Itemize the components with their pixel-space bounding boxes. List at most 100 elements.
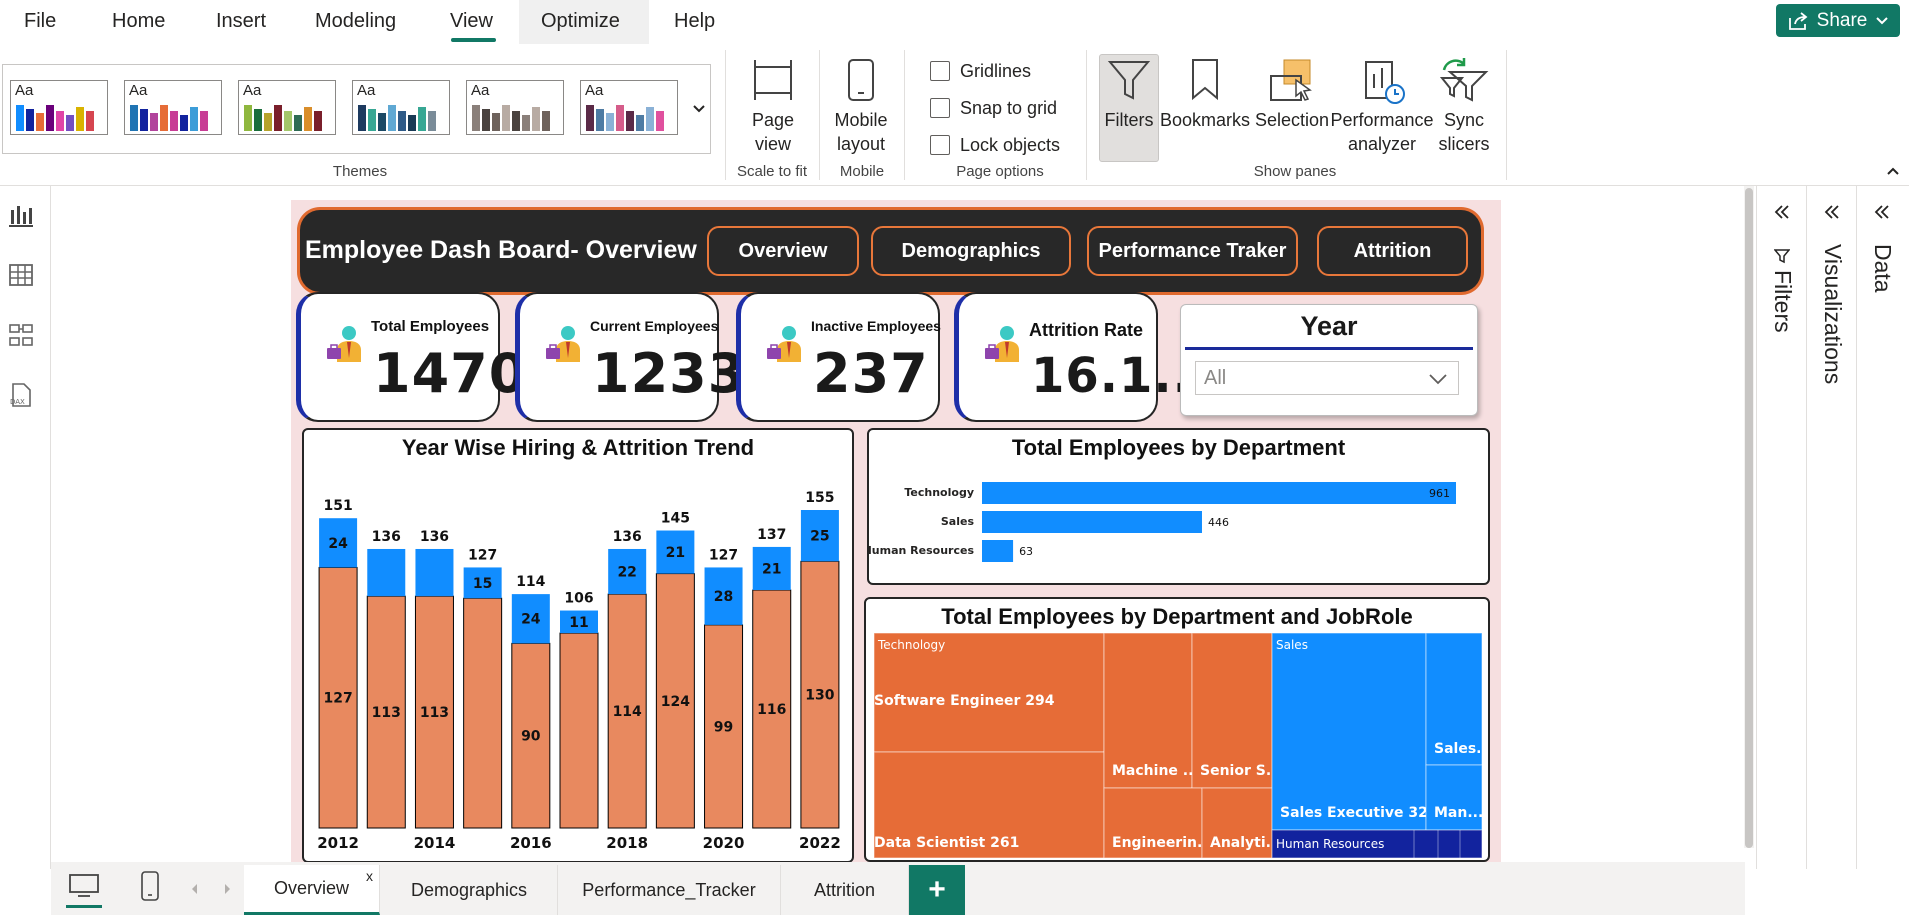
theme-swatch[interactable]: Aa xyxy=(238,80,336,135)
data-label-hired: 124 xyxy=(661,694,690,710)
theme-swatch[interactable]: Aa xyxy=(580,80,678,135)
sync-slicers-label[interactable]: Sync slicers xyxy=(1420,108,1508,156)
theme-color-bar xyxy=(190,107,198,131)
employee-icon xyxy=(767,326,801,362)
lock-objects-option[interactable]: Lock objects xyxy=(930,132,1060,158)
department-bar xyxy=(982,482,1456,504)
nav-attrition-button[interactable]: Attrition xyxy=(1317,226,1468,276)
bookmarks-label[interactable]: Bookmarks xyxy=(1160,108,1250,132)
theme-color-bars xyxy=(16,105,94,131)
gridlines-option[interactable]: Gridlines xyxy=(930,58,1031,84)
page-view-button[interactable]: Page view xyxy=(740,108,806,156)
data-label-hired: 90 xyxy=(521,729,541,745)
collapse-ribbon-icon[interactable] xyxy=(1886,166,1900,176)
theme-sample-text: Aa xyxy=(15,82,34,99)
theme-swatch[interactable]: Aa xyxy=(10,80,108,135)
treemap-group-label: Sales xyxy=(1276,638,1308,652)
table-view-icon[interactable] xyxy=(8,262,34,288)
visualizations-pane[interactable]: Visualizations xyxy=(1806,186,1857,869)
dax-query-icon[interactable]: DAX xyxy=(8,382,34,408)
kpi-inactive-employees: Inactive Employees 237 xyxy=(736,292,941,422)
theme-color-bar xyxy=(616,105,624,131)
jobrole-treemap[interactable]: Total Employees by Department and JobRol… xyxy=(864,597,1490,862)
mobile-layout-button[interactable]: Mobile layout xyxy=(828,108,894,156)
theme-color-bar xyxy=(482,109,490,131)
add-page-button[interactable]: + xyxy=(909,865,965,915)
ribbon-separator xyxy=(1086,50,1087,180)
nav-overview-button[interactable]: Overview xyxy=(707,226,859,276)
menu-optimize[interactable]: Optimize xyxy=(537,8,624,36)
menu-file[interactable]: File xyxy=(20,8,60,36)
chevron-down-icon xyxy=(1876,16,1889,24)
menu-help[interactable]: Help xyxy=(670,8,719,36)
page-tab-demographics[interactable]: Demographics xyxy=(381,865,558,915)
selection-label[interactable]: Selection xyxy=(1250,108,1334,132)
page-tab-attrition[interactable]: Attrition xyxy=(781,865,909,915)
theme-color-bar xyxy=(626,111,634,131)
desktop-view-icon[interactable] xyxy=(68,872,100,900)
treemap-tile-label: Sales... xyxy=(1434,741,1488,757)
department-bar-chart[interactable]: Total Employees by Department Technology… xyxy=(867,428,1490,585)
data-pane[interactable]: Data xyxy=(1856,186,1909,869)
kpi-value: 237 xyxy=(813,342,929,405)
scrollbar-thumb[interactable] xyxy=(1745,188,1753,848)
theme-color-bar xyxy=(646,107,654,131)
hiring-attrition-chart[interactable]: Year Wise Hiring & Attrition Trend 127 24… xyxy=(302,428,854,863)
bookmark-icon[interactable] xyxy=(1190,58,1220,102)
theme-color-bar xyxy=(160,105,168,131)
year-dropdown[interactable]: All xyxy=(1195,361,1459,395)
share-button[interactable]: Share xyxy=(1776,4,1900,37)
menu-modeling[interactable]: Modeling xyxy=(311,8,400,36)
model-view-icon[interactable] xyxy=(8,322,34,348)
performance-analyzer-label[interactable]: Performance analyzer xyxy=(1330,108,1434,156)
treemap-tile-label: Data Scientist 261 xyxy=(874,835,1019,851)
page-options-label: Page options xyxy=(956,163,1044,180)
page-tab-overview[interactable]: Overview x xyxy=(244,865,380,915)
menu-home[interactable]: Home xyxy=(108,8,169,36)
theme-color-bar xyxy=(428,111,436,131)
data-pane-label: Data xyxy=(1870,244,1896,293)
bar-hired-segment xyxy=(559,632,599,829)
theme-swatch[interactable]: Aa xyxy=(352,80,450,135)
mobile-layout-icon[interactable] xyxy=(847,58,875,102)
page-tab-performance-tracker[interactable]: Performance_Tracker xyxy=(558,865,781,915)
scroll-right-icon[interactable] xyxy=(222,883,232,895)
data-label-total: 136 xyxy=(420,529,449,545)
lock-objects-checkbox[interactable] xyxy=(930,135,950,155)
snap-to-grid-label: Snap to grid xyxy=(960,97,1058,118)
selection-icon[interactable] xyxy=(1268,58,1316,106)
menu-view[interactable]: View xyxy=(446,8,497,36)
canvas-scrollbar[interactable] xyxy=(1744,186,1754,848)
mobile-view-icon[interactable] xyxy=(140,870,160,902)
theme-swatch[interactable]: Aa xyxy=(466,80,564,135)
theme-color-bars xyxy=(130,105,208,131)
sync-slicers-icon[interactable] xyxy=(1438,56,1490,104)
expand-pane-icon[interactable] xyxy=(1773,204,1791,220)
nav-performance-button[interactable]: Performance Traker xyxy=(1087,226,1298,276)
snap-to-grid-checkbox[interactable] xyxy=(930,98,950,118)
data-label-total: 114 xyxy=(516,574,545,590)
page-view-icon[interactable] xyxy=(752,58,794,102)
theme-color-bar xyxy=(492,113,500,131)
theme-color-bar xyxy=(586,105,594,131)
nav-demographics-button[interactable]: Demographics xyxy=(871,226,1071,276)
theme-swatch[interactable]: Aa xyxy=(124,80,222,135)
year-dropdown-value: All xyxy=(1204,367,1227,389)
filters-pane-label: Filters xyxy=(1770,270,1796,333)
scroll-left-icon[interactable] xyxy=(190,883,200,895)
performance-analyzer-icon[interactable] xyxy=(1362,58,1408,106)
close-tab-icon[interactable]: x xyxy=(366,868,373,884)
themes-expand-icon[interactable] xyxy=(692,104,706,114)
view-switcher-rail: DAX xyxy=(0,186,51,869)
expand-pane-icon[interactable] xyxy=(1823,204,1841,220)
kpi-attrition-rate: Attrition Rate 16.1... xyxy=(954,292,1210,422)
filters-pane[interactable]: Filters xyxy=(1756,186,1807,869)
data-label-attrition: 28 xyxy=(714,589,733,605)
treemap-tile-label: Analyti... xyxy=(1210,835,1282,851)
expand-pane-icon[interactable] xyxy=(1873,204,1891,220)
snap-to-grid-option[interactable]: Snap to grid xyxy=(930,95,1057,121)
gridlines-checkbox[interactable] xyxy=(930,61,950,81)
report-view-icon[interactable] xyxy=(8,202,34,228)
menu-insert[interactable]: Insert xyxy=(212,8,270,36)
y-category-label: Human Resources xyxy=(869,544,974,557)
